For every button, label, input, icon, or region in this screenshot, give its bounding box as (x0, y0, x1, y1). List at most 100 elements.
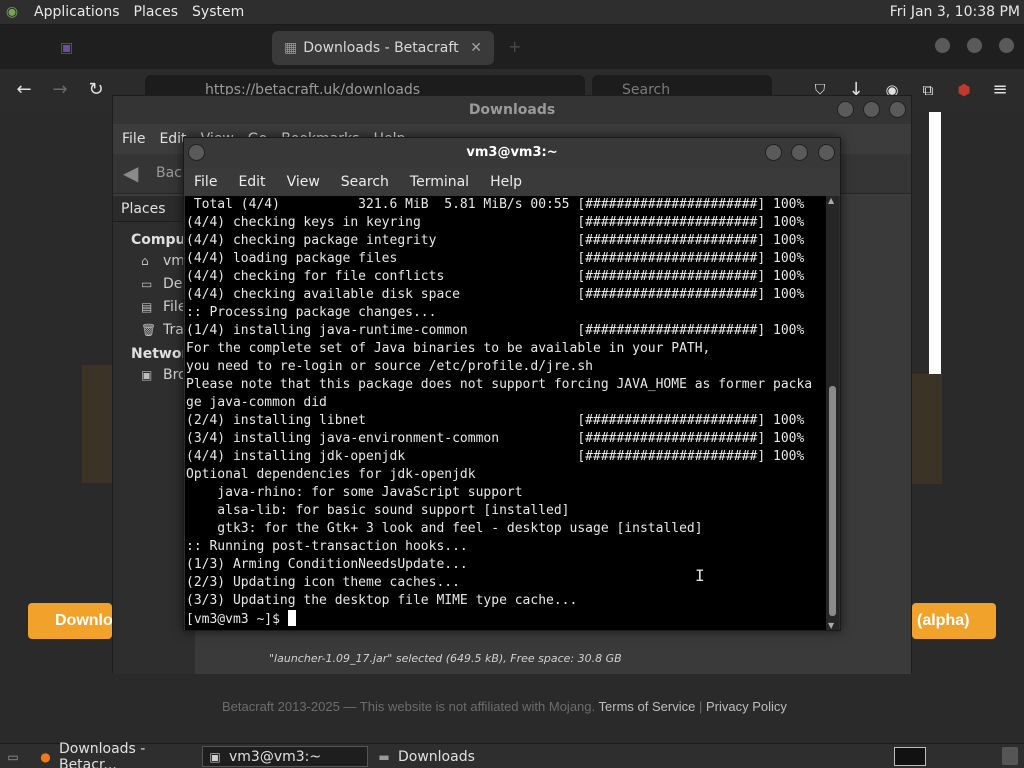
tab-inactive[interactable]: ▣ (48, 31, 248, 65)
tab-downloads-betacraft[interactable]: ▦ Downloads - Betacraft ✕ (272, 31, 494, 65)
download-button-left[interactable]: Downlo (28, 603, 113, 639)
terminal-line: (3/3) Updating the desktop file MIME typ… (186, 593, 578, 608)
terminal-minimize-button[interactable] (765, 144, 782, 161)
terminal-scrollbar[interactable]: ▲ ▼ (826, 196, 839, 630)
ublock-icon[interactable]: ⬢ (952, 79, 976, 101)
terminal-menu-file[interactable]: File (194, 174, 217, 190)
terminal-line: Optional dependencies for jdk-openjdk (186, 467, 476, 482)
file-manager-statusbar: "launcher-1.09_17.jar" selected (649.5 k… (269, 652, 622, 665)
terminal-line: java-rhino: for some JavaScript support (186, 485, 523, 500)
footer-copyright: Betacraft 2013-2025 — This website is no… (222, 699, 596, 714)
terminal-line: ge java-common did (186, 395, 327, 410)
terminal-menu-edit[interactable]: Edit (238, 174, 265, 190)
places-label: Places (121, 201, 166, 217)
footer-separator: | (698, 699, 703, 714)
tab-active-label: Downloads - Betacraft (303, 40, 459, 56)
twitch-icon: ▣ (60, 40, 74, 56)
taskbar-item-label: vm3@vm3:~ (229, 748, 322, 765)
workspace-switcher[interactable] (894, 747, 926, 766)
fm-back-arrow-icon[interactable]: ◀ (123, 161, 138, 185)
terminal-menu-view[interactable]: View (287, 174, 320, 190)
system-top-panel: ◉ Applications Places System Fri Jan 3, … (0, 0, 1024, 25)
menu-icon[interactable]: ≡ (988, 79, 1012, 101)
extensions-icon[interactable]: ⧉ (916, 79, 940, 101)
browser-close-button[interactable] (998, 37, 1015, 54)
terminal-scrollbar-thumb[interactable] (829, 386, 836, 616)
page-image-left (82, 365, 112, 483)
terminal-menubar: File Edit View Search Terminal Help (184, 168, 840, 196)
terminal-line: (1/4) installing java-runtime-common [##… (186, 323, 805, 338)
taskbar-item-downloads[interactable]: ▬ Downloads (372, 746, 536, 767)
terminal-lines: Total (4/4) 321.6 MiB 5.81 MiB/s 00:55 [… (185, 196, 827, 610)
terminal-line: :: Processing package changes... (186, 305, 437, 320)
terminal-line: (4/4) loading package files [###########… (186, 251, 805, 266)
terminal-line: (4/4) checking package integrity [######… (186, 233, 805, 248)
browser-maximize-button[interactable] (966, 37, 983, 54)
terminal-line: (4/4) installing jdk-openjdk [##########… (186, 449, 805, 464)
forward-arrow-icon[interactable]: → (48, 79, 72, 101)
terminal-line: (2/4) installing libnet [###############… (186, 413, 805, 428)
fm-maximize-button[interactable] (863, 101, 880, 118)
terminal-line: Please note that this package does not s… (186, 377, 813, 392)
new-tab-icon[interactable]: + (508, 37, 521, 56)
firefox-icon: ● (40, 749, 51, 764)
file-manager-titlebar[interactable]: Downloads (113, 96, 911, 124)
terminal-line: For the complete set of Java binaries to… (186, 341, 711, 356)
home-icon: ⌂ (141, 254, 149, 268)
terminal-maximize-button[interactable] (791, 144, 808, 161)
terminal-line: you need to re-login or source /etc/prof… (186, 359, 593, 374)
betacraft-favicon-icon: ▦ (284, 40, 298, 56)
terminal-title: vm3@vm3:~ (466, 145, 558, 160)
clock[interactable]: Fri Jan 3, 10:38 PM (890, 4, 1020, 20)
trash-applet-icon[interactable] (1002, 747, 1018, 765)
show-desktop-button[interactable]: ▭ (2, 746, 26, 767)
terminal-menu-terminal[interactable]: Terminal (410, 174, 469, 190)
terminal-menu-search[interactable]: Search (341, 174, 389, 190)
folder-icon: ▬ (378, 749, 390, 764)
fm-close-button[interactable] (889, 101, 906, 118)
terminal-window-menu-button[interactable] (188, 144, 205, 161)
browser-minimize-button[interactable] (934, 37, 951, 54)
places-menu[interactable]: Places (134, 4, 187, 20)
system-menu[interactable]: System (192, 4, 252, 20)
terminal-line: (4/4) checking keys in keyring [########… (186, 215, 805, 230)
browser-tab-strip: ▣ ▦ Downloads - Betacraft ✕ + (0, 25, 1024, 69)
terminal-output[interactable]: Total (4/4) 321.6 MiB 5.81 MiB/s 00:55 [… (185, 196, 827, 630)
terminal-line: (2/3) Updating icon theme caches... (186, 575, 460, 590)
page-image-right (912, 374, 942, 484)
terminal-titlebar[interactable]: vm3@vm3:~ (184, 138, 840, 168)
download-button-right-label: (alpha) (917, 612, 970, 629)
taskbar-item-terminal[interactable]: ▣ vm3@vm3:~ (202, 746, 368, 767)
desktop-icon: ▭ (141, 277, 153, 291)
fm-minimize-button[interactable] (837, 101, 854, 118)
bottom-taskbar: ▭ ● Downloads - Betacr... ▣ vm3@vm3:~ ▬ Dow… (0, 741, 1024, 768)
terms-link[interactable]: Terms of Service (599, 699, 696, 714)
terminal-line: alsa-lib: for basic sound support [insta… (186, 503, 570, 518)
distro-logo-icon[interactable]: ◉ (0, 0, 24, 25)
back-arrow-icon[interactable]: ← (12, 79, 36, 101)
reload-icon[interactable]: ↻ (84, 79, 108, 101)
terminal-close-button[interactable] (818, 144, 835, 161)
text-cursor-pointer-icon: I (695, 566, 705, 585)
taskbar-item-label: Downloads (398, 748, 475, 765)
terminal-line: (3/4) installing java-environment-common… (186, 431, 805, 446)
terminal-prompt: [vm3@vm3 ~]$ (186, 612, 288, 627)
privacy-link[interactable]: Privacy Policy (706, 699, 787, 714)
scroll-down-arrow-icon[interactable]: ▼ (828, 621, 834, 630)
page-footer: Betacraft 2013-2025 — This website is no… (222, 699, 787, 714)
download-button-right[interactable]: (alpha) (912, 603, 996, 639)
download-button-left-label: Downlo (55, 612, 113, 629)
tab-close-icon[interactable]: ✕ (470, 40, 482, 56)
show-desktop-icon: ▭ (7, 749, 19, 764)
page-white-strip (929, 112, 941, 374)
applications-menu[interactable]: Applications (34, 4, 128, 20)
terminal-line: (1/3) Arming ConditionNeedsUpdate... (186, 557, 468, 572)
file-manager-title: Downloads (468, 102, 556, 118)
taskbar-item-firefox[interactable]: ● Downloads - Betacr... (34, 741, 198, 768)
scroll-up-arrow-icon[interactable]: ▲ (828, 196, 834, 205)
filesystem-icon: ▤ (141, 300, 153, 314)
terminal-menu-help[interactable]: Help (490, 174, 522, 190)
terminal-icon: ▣ (209, 749, 221, 764)
terminal-line: Total (4/4) 321.6 MiB 5.81 MiB/s 00:55 [… (186, 197, 805, 212)
fm-menu-file[interactable]: File (122, 131, 145, 147)
